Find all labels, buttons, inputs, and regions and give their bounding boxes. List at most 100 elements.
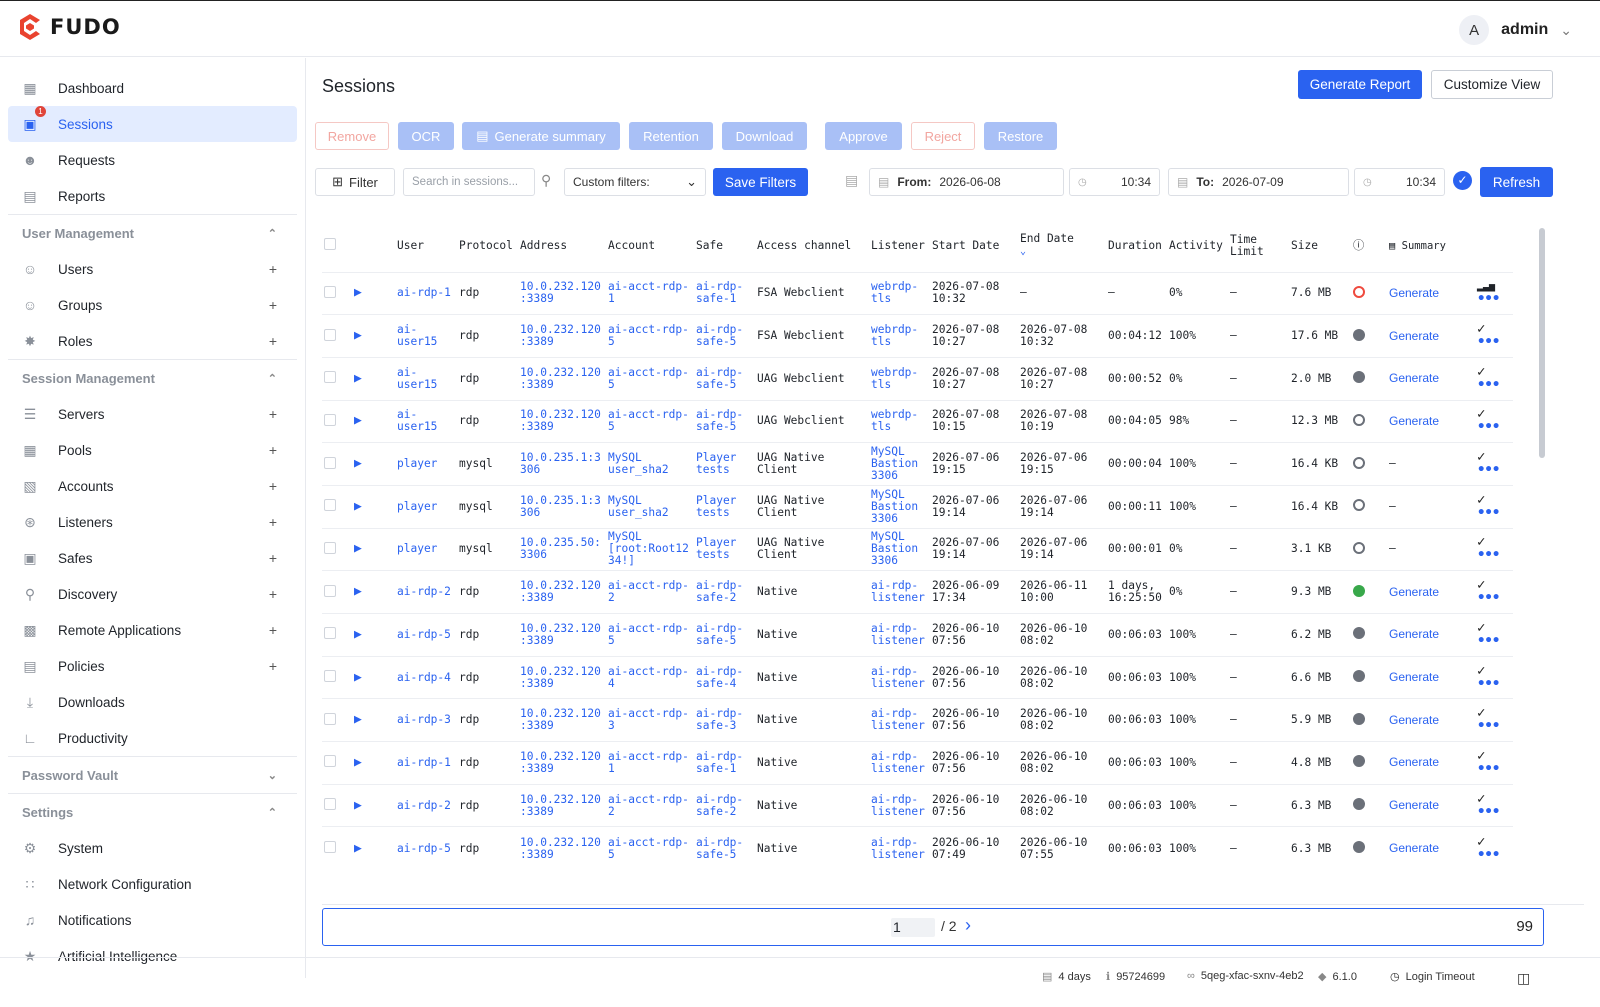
table-row[interactable]: ▶ ai-user15 rdp 10.0.232.120:3389 ai-acc… xyxy=(322,314,1513,358)
plus-icon[interactable]: + xyxy=(269,406,277,422)
next-page-icon[interactable]: › xyxy=(965,915,971,936)
row-checkbox[interactable] xyxy=(324,456,336,469)
safe-cell[interactable]: Player tests xyxy=(694,484,755,529)
table-row[interactable]: ▶ ai-rdp-5 rdp 10.0.232.120:3389 ai-acct… xyxy=(322,613,1513,657)
user-cell[interactable]: ai-rdp-5 xyxy=(395,613,457,657)
column-time-limit[interactable]: Time Limit xyxy=(1228,220,1289,272)
sidebar-item-network-configuration[interactable]: ∷ Network Configuration xyxy=(8,866,297,902)
address-cell[interactable]: 10.0.235.1:3 306 xyxy=(518,442,606,486)
listener-cell[interactable]: webrdp-tls xyxy=(869,314,930,358)
address-cell[interactable]: 10.0.232.120:3389 xyxy=(518,271,606,315)
safe-cell[interactable]: ai-rdp-safe-2 xyxy=(694,783,755,827)
table-row[interactable]: ▶ ai-rdp-3 rdp 10.0.232.120:3389 ai-acct… xyxy=(322,698,1513,742)
more-options-icon[interactable]: ••• xyxy=(1477,804,1500,820)
play-icon[interactable]: ▶ xyxy=(354,755,362,770)
play-icon[interactable]: ▶ xyxy=(354,841,362,856)
sidebar-toggle-icon[interactable]: ◫ xyxy=(1517,970,1530,987)
sidebar-item-reports[interactable]: ▤ Reports xyxy=(8,178,297,214)
generate-report-button[interactable]: Generate Report xyxy=(1298,70,1422,99)
generate-summary-link[interactable]: Generate xyxy=(1389,329,1439,343)
generate-summary-link[interactable]: Generate xyxy=(1389,371,1439,385)
row-select-cell[interactable] xyxy=(322,570,352,614)
listener-cell[interactable]: ai-rdp-listener xyxy=(869,698,930,742)
row-actions-cell[interactable]: ✓ ••• xyxy=(1475,783,1513,827)
section-session-management[interactable]: Session Management ⌃ xyxy=(8,359,297,396)
address-cell[interactable]: 10.0.232.120:3389 xyxy=(518,613,606,657)
listener-cell[interactable]: ai-rdp-listener xyxy=(869,826,930,870)
column-listener[interactable]: Listener xyxy=(869,220,930,272)
fudo-logo[interactable]: FUDO xyxy=(14,11,121,43)
approve-button[interactable]: Approve xyxy=(825,122,902,150)
more-options-icon[interactable]: ••• xyxy=(1477,291,1500,307)
row-actions-cell[interactable]: ✓ ••• xyxy=(1475,442,1513,486)
account-cell[interactable]: ai-acct-rdp- 5 xyxy=(606,613,694,657)
plus-icon[interactable]: + xyxy=(269,514,277,530)
more-options-icon[interactable]: ••• xyxy=(1477,676,1500,692)
retention-button[interactable]: Retention xyxy=(629,122,713,150)
page-number-input[interactable]: 1 xyxy=(891,918,935,937)
column-activity[interactable]: Activity xyxy=(1167,220,1228,272)
table-row[interactable]: ▶ ai-user15 rdp 10.0.232.120:3389 ai-acc… xyxy=(322,356,1513,401)
row-checkbox[interactable] xyxy=(324,413,336,426)
row-select-cell[interactable] xyxy=(322,655,352,699)
safe-cell[interactable]: ai-rdp-safe-5 xyxy=(694,399,755,443)
row-checkbox[interactable] xyxy=(324,755,336,768)
play-icon[interactable]: ▶ xyxy=(354,371,362,386)
row-checkbox[interactable] xyxy=(324,541,336,554)
account-cell[interactable]: MySQL user_sha2 xyxy=(606,484,694,529)
reject-button[interactable]: Reject xyxy=(911,122,975,150)
select-all-checkbox[interactable] xyxy=(324,238,336,251)
generate-summary-link[interactable]: Generate xyxy=(1389,670,1439,684)
user-menu[interactable]: A admin ⌄ xyxy=(1459,15,1572,45)
plus-icon[interactable]: + xyxy=(269,550,277,566)
search-input[interactable]: Search in sessions... xyxy=(403,168,535,196)
play-cell[interactable]: ▶ xyxy=(352,741,395,785)
sidebar-item-downloads[interactable]: ⤓ Downloads xyxy=(8,684,297,720)
row-checkbox[interactable] xyxy=(324,499,336,512)
row-actions-cell[interactable]: ✓ ••• xyxy=(1475,314,1513,358)
generate-summary-link[interactable]: Generate xyxy=(1389,286,1439,300)
table-row[interactable]: ▶ ai-user15 rdp 10.0.232.120:3389 ai-acc… xyxy=(322,399,1513,443)
plus-icon[interactable]: + xyxy=(269,586,277,602)
address-cell[interactable]: 10.0.235.50: 3306 xyxy=(518,527,606,571)
listener-cell[interactable]: webrdp-tls xyxy=(869,271,930,315)
plus-icon[interactable]: + xyxy=(269,622,277,638)
download-button[interactable]: Download xyxy=(722,122,807,150)
row-select-cell[interactable] xyxy=(322,783,352,827)
column-start-date[interactable]: Start Date xyxy=(930,220,1018,272)
column-user[interactable]: User xyxy=(395,220,457,272)
sidebar-item-safes[interactable]: ▣ Safes + xyxy=(8,540,297,576)
account-cell[interactable]: ai-acct-rdp- 5 xyxy=(606,826,694,870)
save-filters-button[interactable]: Save Filters xyxy=(713,168,808,196)
listener-cell[interactable]: webrdp-tls xyxy=(869,399,930,443)
row-actions-cell[interactable]: ✓ ••• xyxy=(1475,527,1513,571)
play-icon[interactable]: ▶ xyxy=(354,499,362,514)
remove-button[interactable]: Remove xyxy=(315,122,389,150)
sidebar-item-remote-applications[interactable]: ▩ Remote Applications + xyxy=(8,612,297,648)
column-protocol[interactable]: Protocol xyxy=(457,220,518,272)
more-options-icon[interactable]: ••• xyxy=(1477,718,1500,734)
page-size[interactable]: 99 xyxy=(1516,918,1533,935)
column-safe[interactable]: Safe xyxy=(694,220,755,272)
generate-summary-link[interactable]: Generate xyxy=(1389,713,1439,727)
safe-cell[interactable]: ai-rdp-safe-5 xyxy=(694,613,755,657)
sidebar-item-accounts[interactable]: ▧ Accounts + xyxy=(8,468,297,504)
play-icon[interactable]: ▶ xyxy=(354,328,362,343)
generate-summary-link[interactable]: Generate xyxy=(1389,585,1439,599)
table-row[interactable]: ▶ ai-rdp-1 rdp 10.0.232.120:3389 ai-acct… xyxy=(322,741,1513,785)
sidebar-item-requests[interactable]: ☻ Requests xyxy=(8,142,297,178)
check-circle-icon[interactable]: ✓ xyxy=(1453,171,1472,190)
column-access-channel[interactable]: Access channel xyxy=(755,220,869,272)
more-options-icon[interactable]: ••• xyxy=(1477,761,1500,777)
row-actions-cell[interactable]: ▂▃▅ ••• xyxy=(1475,271,1513,315)
table-row[interactable]: ▶ ai-rdp-2 rdp 10.0.232.120:3389 ai-acct… xyxy=(322,570,1513,614)
sidebar-item-groups[interactable]: ☺ Groups + xyxy=(8,287,297,323)
sidebar-item-policies[interactable]: ▤ Policies + xyxy=(8,648,297,684)
address-cell[interactable]: 10.0.232.120:3389 xyxy=(518,570,606,614)
user-cell[interactable]: player xyxy=(395,484,457,529)
from-time-field[interactable]: ◷ 10:34 xyxy=(1069,168,1160,196)
generate-summary-button[interactable]: ▤ Generate summary xyxy=(462,122,620,150)
more-options-icon[interactable]: ••• xyxy=(1477,334,1500,350)
user-cell[interactable]: ai-user15 xyxy=(395,399,457,443)
row-checkbox[interactable] xyxy=(324,371,336,384)
